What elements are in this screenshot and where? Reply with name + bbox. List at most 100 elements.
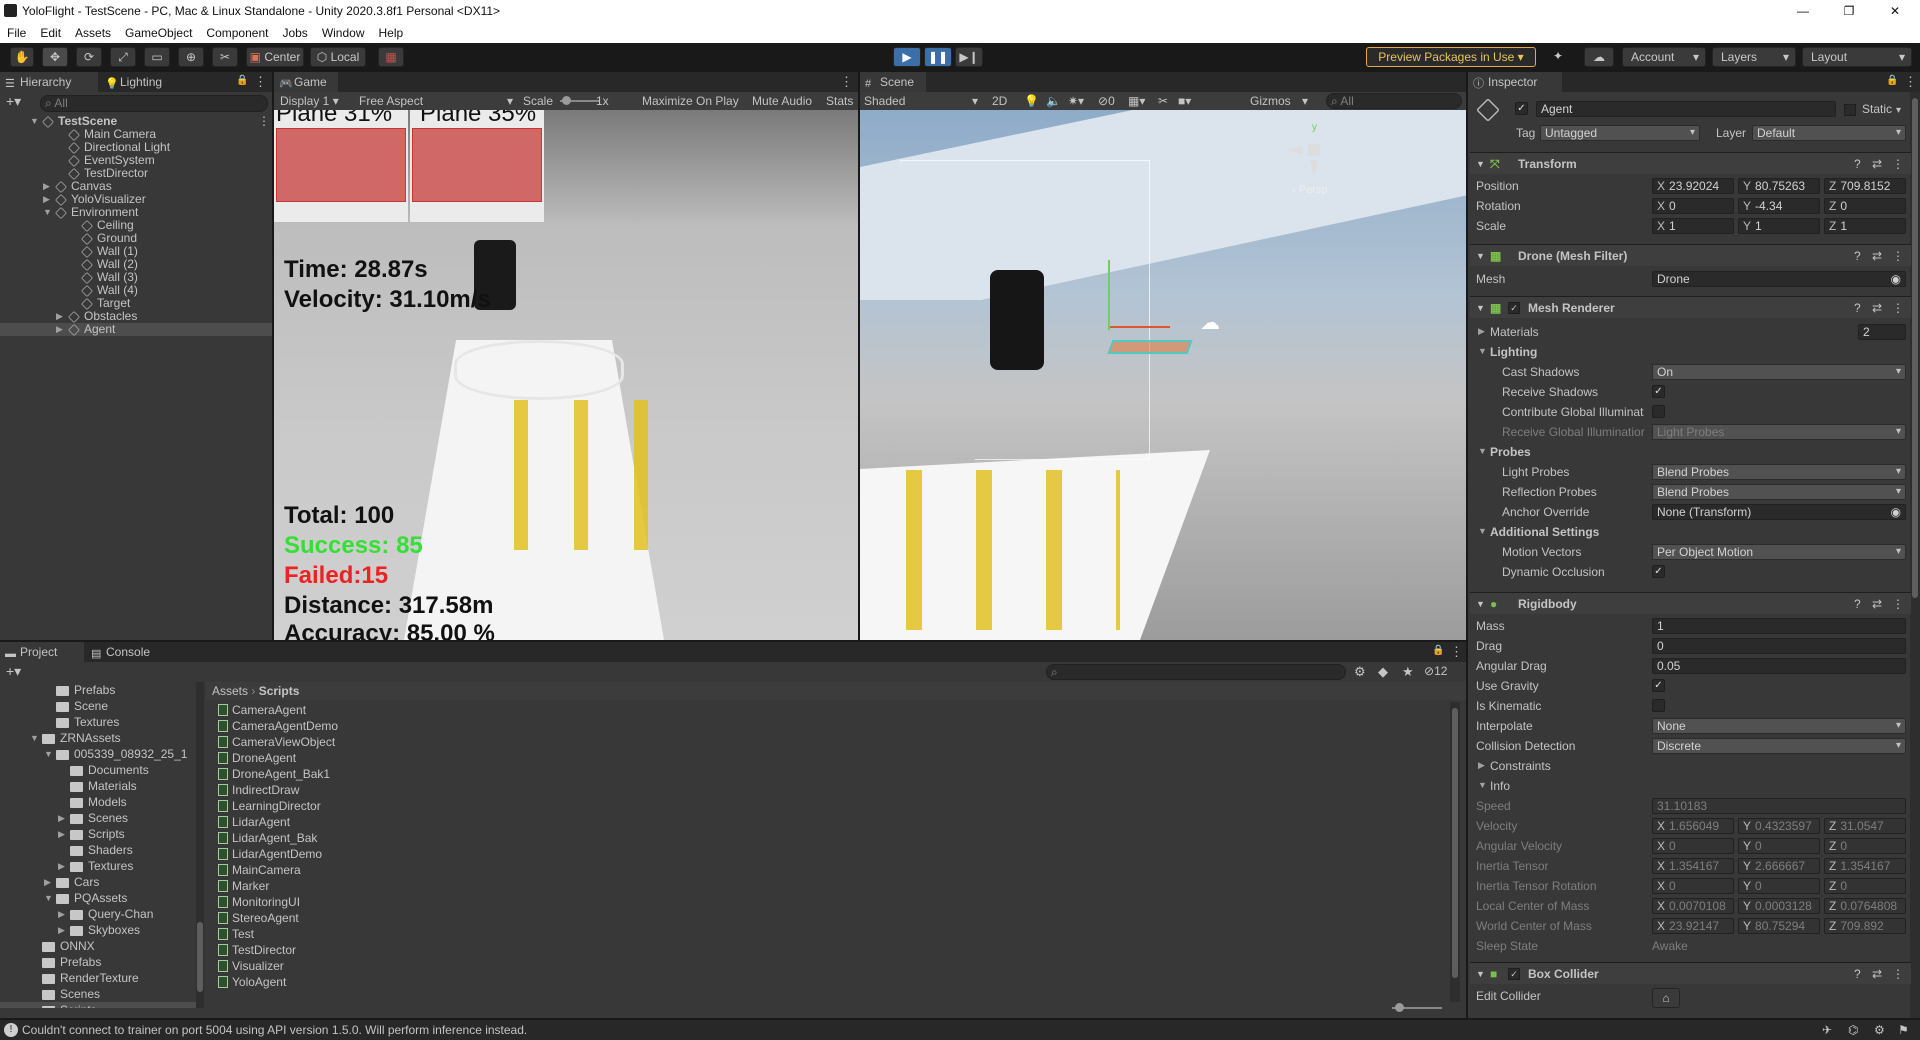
hierarchy-item[interactable]: ▼ Environment	[0, 206, 272, 219]
hierarchy-item[interactable]: ▶ Obstacles	[0, 310, 272, 323]
files-scrollbar-thumb[interactable]	[1452, 708, 1458, 978]
tab-game[interactable]: 🎮 Game	[274, 72, 338, 92]
panel-menu-icon[interactable]: ⋮	[840, 74, 853, 90]
project-folder-item[interactable]: ▶ Scenes	[0, 810, 196, 826]
script-file-item[interactable]: Test	[218, 926, 518, 942]
lock-icon[interactable]: 🔒	[1886, 75, 1898, 86]
drone-selected[interactable]	[1107, 340, 1193, 354]
expanded-arrow-icon[interactable]: ▼	[44, 746, 55, 762]
pivot-center-button[interactable]: ▣ Center	[246, 47, 304, 67]
tree-scrollbar[interactable]	[196, 682, 204, 1008]
panel-menu-icon[interactable]: ⋮	[1904, 74, 1917, 90]
scene-viewport[interactable]: y ‹ Persp ☁	[860, 110, 1466, 640]
breadcrumb-assets[interactable]: Assets	[212, 684, 248, 698]
play-button[interactable]: ▶	[893, 47, 921, 67]
grid-snap-button[interactable]: ▦	[378, 47, 404, 67]
project-folder-item[interactable]: Shaders	[0, 842, 196, 858]
lighting-toggle-icon[interactable]: 💡	[1024, 92, 1039, 110]
project-folder-item[interactable]: ▼ 005339_08932_25_1	[0, 746, 196, 762]
maximize-on-play-toggle[interactable]: Maximize On Play	[642, 92, 739, 110]
tab-inspector[interactable]: ⓘ Inspector	[1468, 72, 1562, 92]
cloud-button[interactable]: ☁	[1584, 47, 1614, 67]
script-file-item[interactable]: LidarAgent_Bak	[218, 830, 518, 846]
script-file-item[interactable]: MonitoringUI	[218, 894, 518, 910]
project-folder-item[interactable]: ▶ Skyboxes	[0, 922, 196, 938]
status-message[interactable]: Couldn't connect to trainer on port 5004…	[22, 1020, 527, 1040]
pause-button[interactable]: ❚❚	[924, 47, 952, 67]
project-folder-item[interactable]: Scene	[0, 698, 196, 714]
filter-by-label-icon[interactable]: ◆	[1378, 664, 1388, 680]
scale-tool-button[interactable]: ⤢	[110, 47, 136, 67]
layers-dropdown[interactable]: Layers ▾	[1712, 47, 1796, 67]
rect-tool-button[interactable]: ▭	[144, 47, 170, 67]
layout-dropdown[interactable]: Layout ▾	[1802, 47, 1912, 67]
move-tool-button[interactable]: ✥	[42, 47, 68, 67]
script-file-item[interactable]: CameraViewObject	[218, 734, 518, 750]
scene-menu-icon[interactable]: ⋮	[258, 115, 270, 128]
script-file-item[interactable]: CameraAgentDemo	[218, 718, 518, 734]
expanded-arrow-icon[interactable]: ▼	[43, 206, 54, 219]
project-folder-item[interactable]: Documents	[0, 762, 196, 778]
camera-toggle-icon[interactable]: ■▾	[1178, 92, 1191, 110]
icon-size-thumb[interactable]	[1395, 1003, 1404, 1012]
gizmo-z-axis[interactable]	[1310, 160, 1318, 176]
collapsed-arrow-icon[interactable]: ▶	[58, 826, 69, 842]
tab-lighting[interactable]: 💡 Lighting	[100, 72, 200, 92]
project-folder-item[interactable]: ONNX	[0, 938, 196, 954]
hierarchy-item[interactable]: TestDirector	[0, 167, 272, 180]
menu-file[interactable]: File	[5, 26, 28, 40]
grid-toggle-icon[interactable]: ▦▾	[1128, 92, 1145, 110]
hidden-packages-icon[interactable]: ⊘12	[1424, 664, 1447, 678]
move-gizmo-x[interactable]	[1110, 326, 1170, 328]
collapsed-arrow-icon[interactable]: ▶	[43, 180, 54, 193]
add-object-button[interactable]: +▾	[6, 93, 21, 110]
script-file-item[interactable]: TestDirector	[218, 942, 518, 958]
hand-tool-button[interactable]: ✋	[10, 47, 34, 67]
tools-toggle-icon[interactable]: ✂	[1158, 92, 1168, 110]
gizmo-cube[interactable]	[1308, 144, 1320, 156]
collapsed-arrow-icon[interactable]: ▶	[56, 323, 67, 336]
tab-project[interactable]: ▬ Project	[0, 642, 84, 662]
hidden-objects-icon[interactable]: ⊘0	[1098, 92, 1115, 110]
step-button[interactable]: ▶❙	[955, 47, 983, 67]
scene-search-input[interactable]: ⌕ All	[1326, 93, 1462, 109]
lock-icon[interactable]: 🔒	[236, 75, 248, 86]
tree-scrollbar-thumb[interactable]	[197, 922, 203, 992]
lock-icon[interactable]: 🔒	[1432, 645, 1444, 656]
scale-slider-thumb[interactable]	[562, 96, 571, 105]
menu-gameobject[interactable]: GameObject	[123, 26, 194, 40]
project-folder-item[interactable]: Scripts	[0, 1002, 196, 1008]
project-folder-item[interactable]: ▼ PQAssets	[0, 890, 196, 906]
script-file-item[interactable]: LidarAgentDemo	[218, 846, 518, 862]
collapsed-arrow-icon[interactable]: ▶	[58, 922, 69, 938]
menu-component[interactable]: Component	[204, 26, 270, 40]
gizmo-x-axis[interactable]	[1286, 146, 1302, 154]
files-scrollbar[interactable]	[1450, 702, 1460, 1002]
project-folder-item[interactable]: Scenes	[0, 986, 196, 1002]
create-asset-button[interactable]: +▾	[6, 663, 21, 680]
hierarchy-item[interactable]: Wall (4)	[0, 284, 272, 297]
project-folder-item[interactable]: ▶ Query-Chan	[0, 906, 196, 922]
script-file-item[interactable]: LearningDirector	[218, 798, 518, 814]
menu-window[interactable]: Window	[320, 26, 367, 40]
project-folder-item[interactable]: RenderTexture	[0, 970, 196, 986]
cache-server-icon[interactable]: ⌬	[1848, 1020, 1858, 1040]
script-file-item[interactable]: CameraAgent	[218, 702, 518, 718]
project-search-input[interactable]: ⌕	[1046, 664, 1346, 680]
rotate-tool-button[interactable]: ⟳	[76, 47, 102, 67]
stats-toggle[interactable]: Stats	[826, 92, 853, 110]
custom-tool-button[interactable]: ✂	[212, 47, 238, 67]
shading-dropdown[interactable]: Shaded ▾	[864, 92, 980, 110]
scrollbar[interactable]	[1910, 92, 1920, 1018]
project-folder-item[interactable]: Materials	[0, 778, 196, 794]
tab-console[interactable]: ▤ Console	[86, 642, 170, 662]
collapsed-arrow-icon[interactable]: ▶	[56, 310, 67, 323]
move-gizmo-y[interactable]	[1108, 260, 1110, 330]
project-folder-item[interactable]: Prefabs	[0, 682, 196, 698]
projection-label[interactable]: ‹ Persp	[1292, 184, 1327, 196]
collapsed-arrow-icon[interactable]: ▶	[43, 193, 54, 206]
collapsed-arrow-icon[interactable]: ▶	[58, 906, 69, 922]
script-file-item[interactable]: DroneAgent_Bak1	[218, 766, 518, 782]
gizmo-y-axis[interactable]: y	[1312, 122, 1317, 133]
menu-help[interactable]: Help	[377, 26, 406, 40]
